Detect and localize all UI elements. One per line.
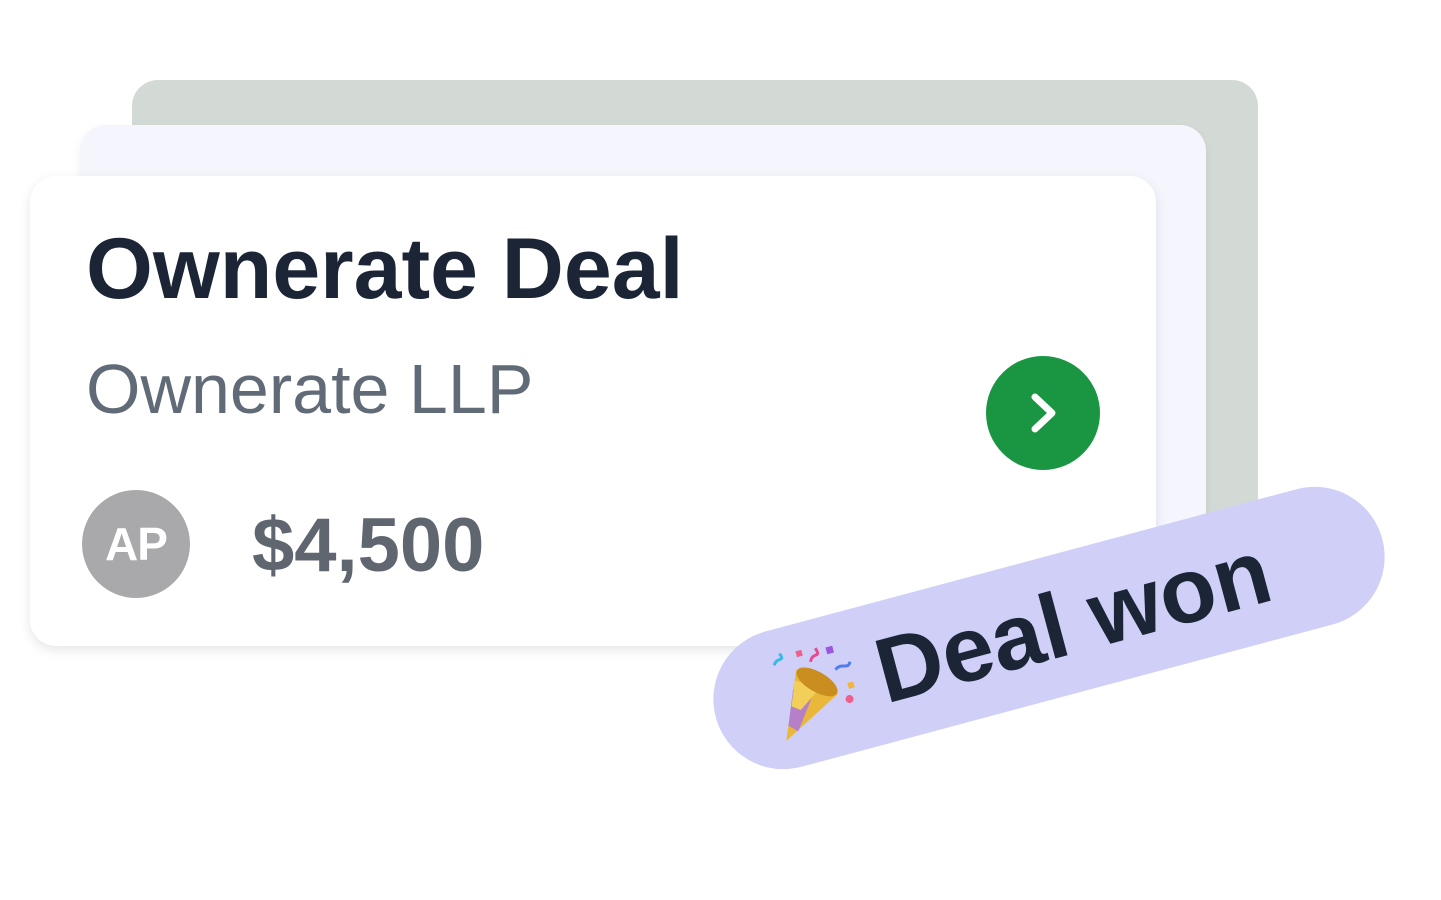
owner-avatar: AP [82,490,190,598]
open-deal-button[interactable] [986,356,1100,470]
deal-amount: $4,500 [252,503,485,588]
deal-title: Ownerate Deal [86,221,684,317]
chevron-right-icon [1031,393,1056,433]
deal-card-stack: Ownerate Deal Ownerate LLP AP $4,500 Dea… [0,0,1441,900]
party-popper-icon [755,632,869,750]
company-name: Ownerate LLP [86,350,534,428]
